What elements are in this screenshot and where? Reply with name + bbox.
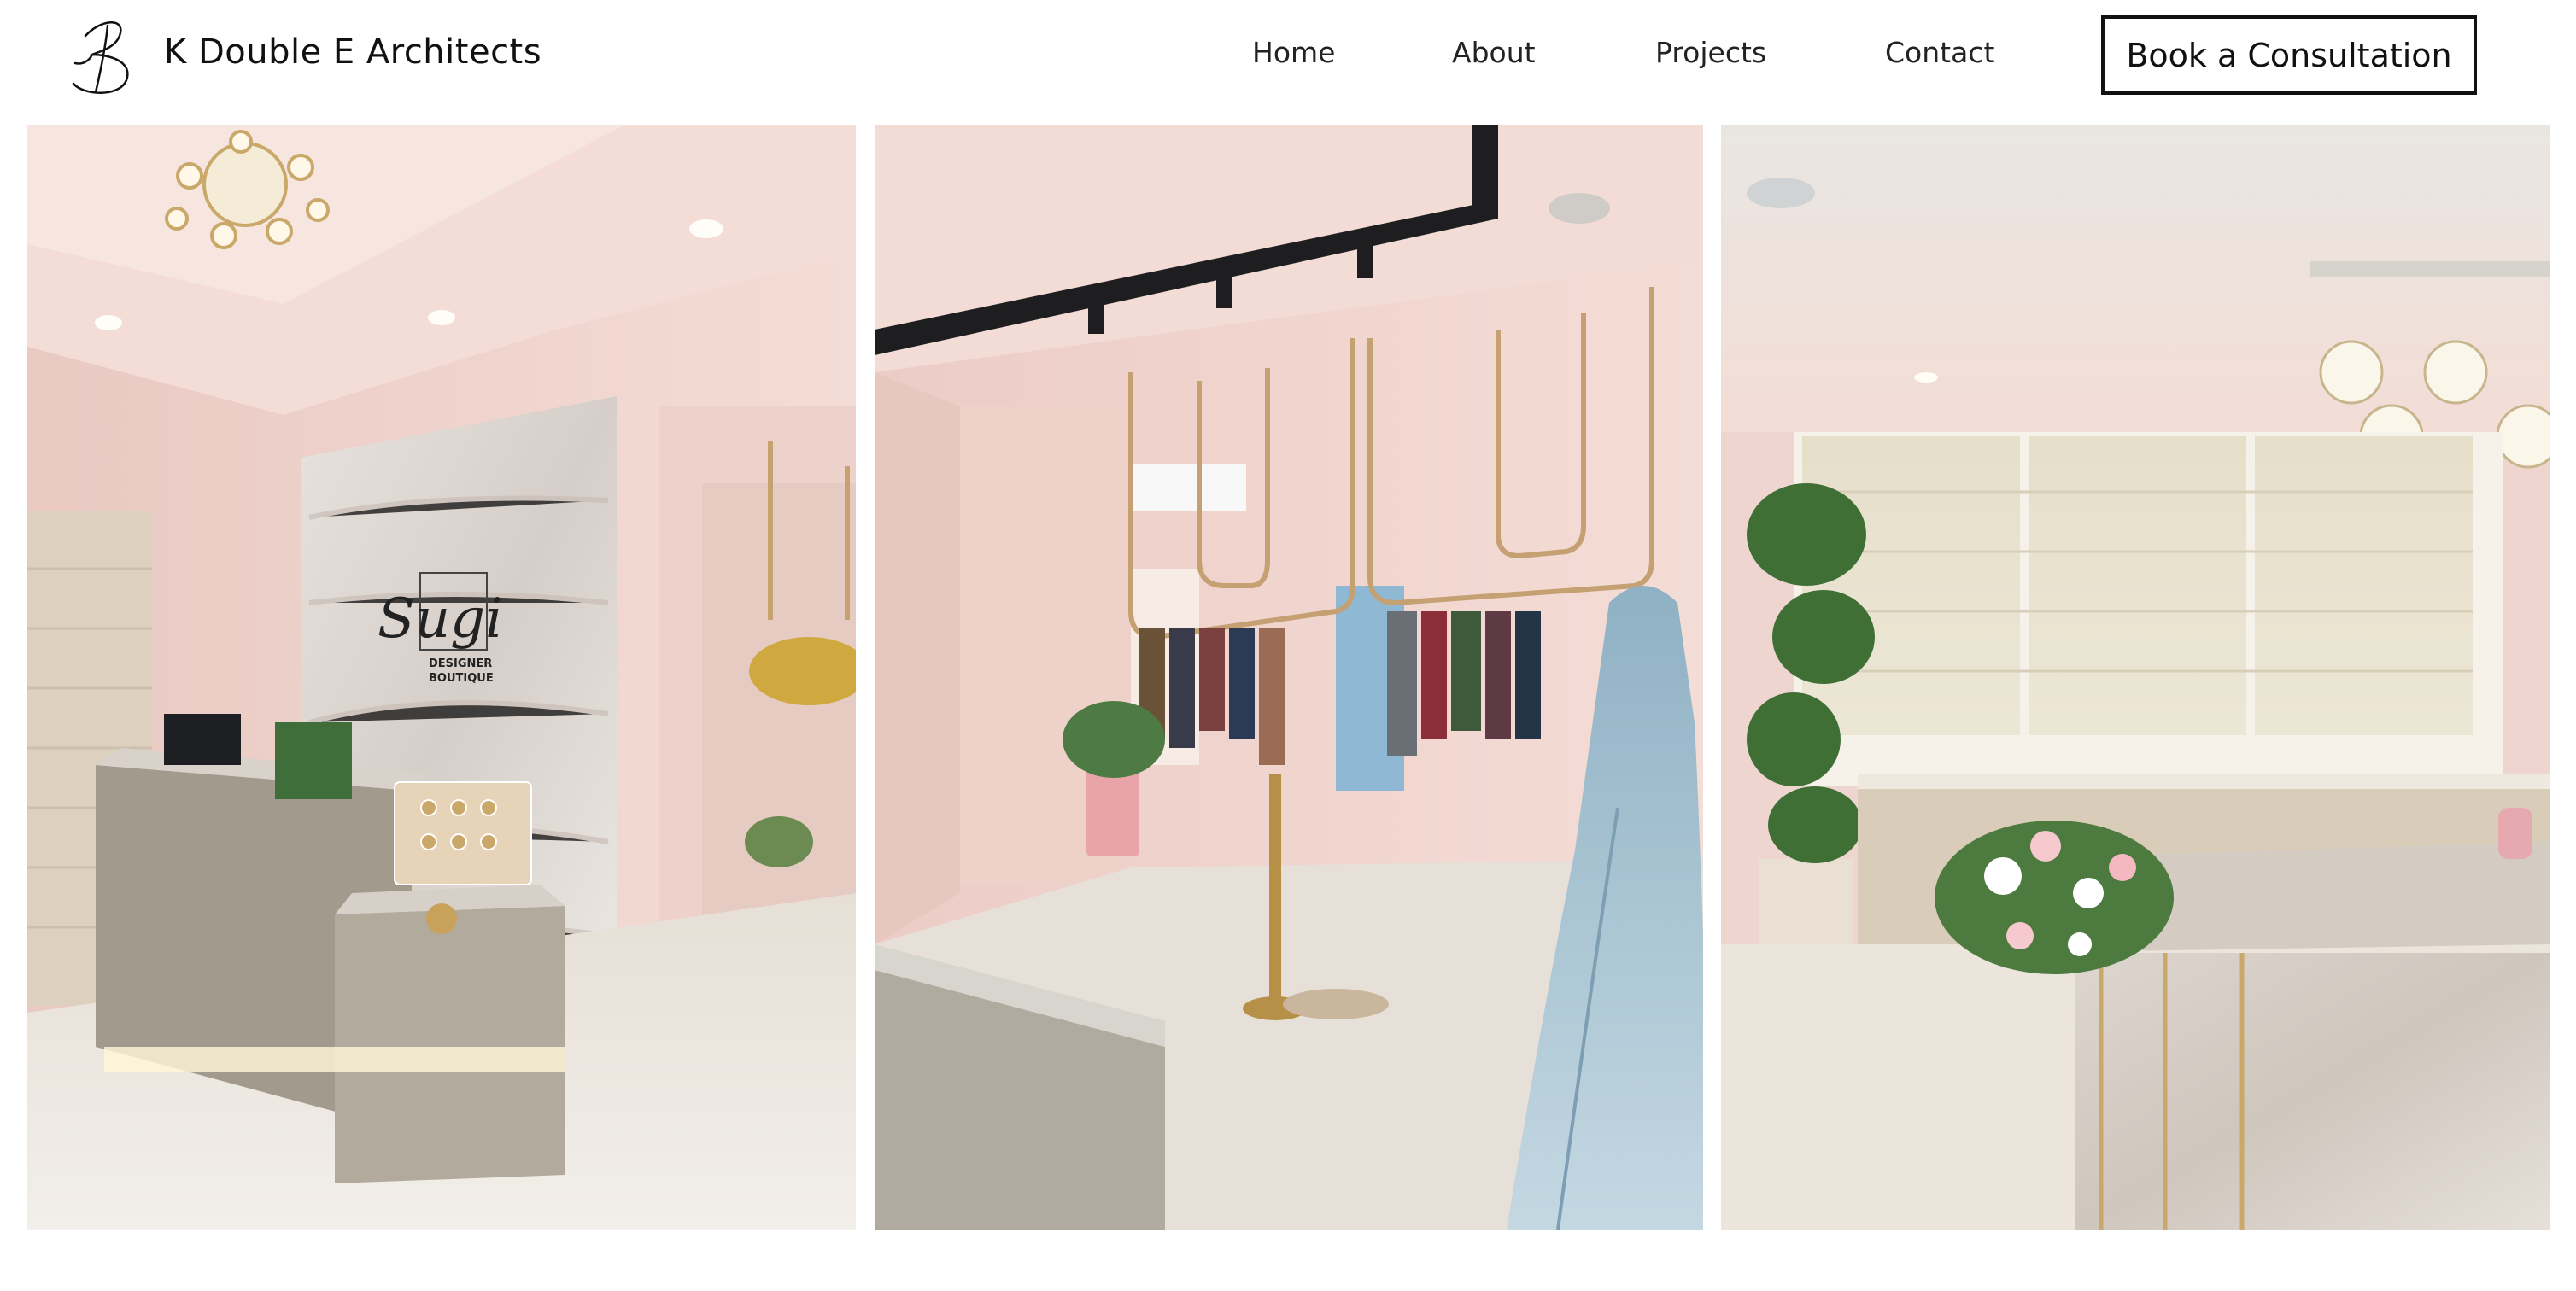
boutique-sign-logo: Sugi <box>378 587 503 651</box>
boutique-sign-line2: BOUTIQUE <box>429 672 494 685</box>
site-header: K Double E Architects Home About Project… <box>0 0 2576 125</box>
gallery-image-reception[interactable]: Sugi DESIGNER BOUTIQUE <box>27 125 856 1230</box>
nav-home[interactable]: Home <box>1252 36 1335 69</box>
nav-contact[interactable]: Contact <box>1885 36 1994 69</box>
gallery-image-consultation-area[interactable] <box>1721 125 2550 1230</box>
nav-projects[interactable]: Projects <box>1655 36 1766 69</box>
reception-photo: Sugi DESIGNER BOUTIQUE <box>27 125 856 1230</box>
book-consultation-button[interactable]: Book a Consultation <box>2101 15 2477 95</box>
kee-signature-logo-icon[interactable] <box>67 10 143 99</box>
consultation-area-photo <box>1721 125 2550 1230</box>
brand-name[interactable]: K Double E Architects <box>164 32 542 72</box>
display-area-photo <box>875 125 1703 1230</box>
nav-about[interactable]: About <box>1452 36 1536 69</box>
boutique-sign-line1: DESIGNER <box>429 657 492 670</box>
project-gallery: Sugi DESIGNER BOUTIQUE <box>27 125 2550 1230</box>
gallery-image-display-area[interactable] <box>875 125 1703 1230</box>
